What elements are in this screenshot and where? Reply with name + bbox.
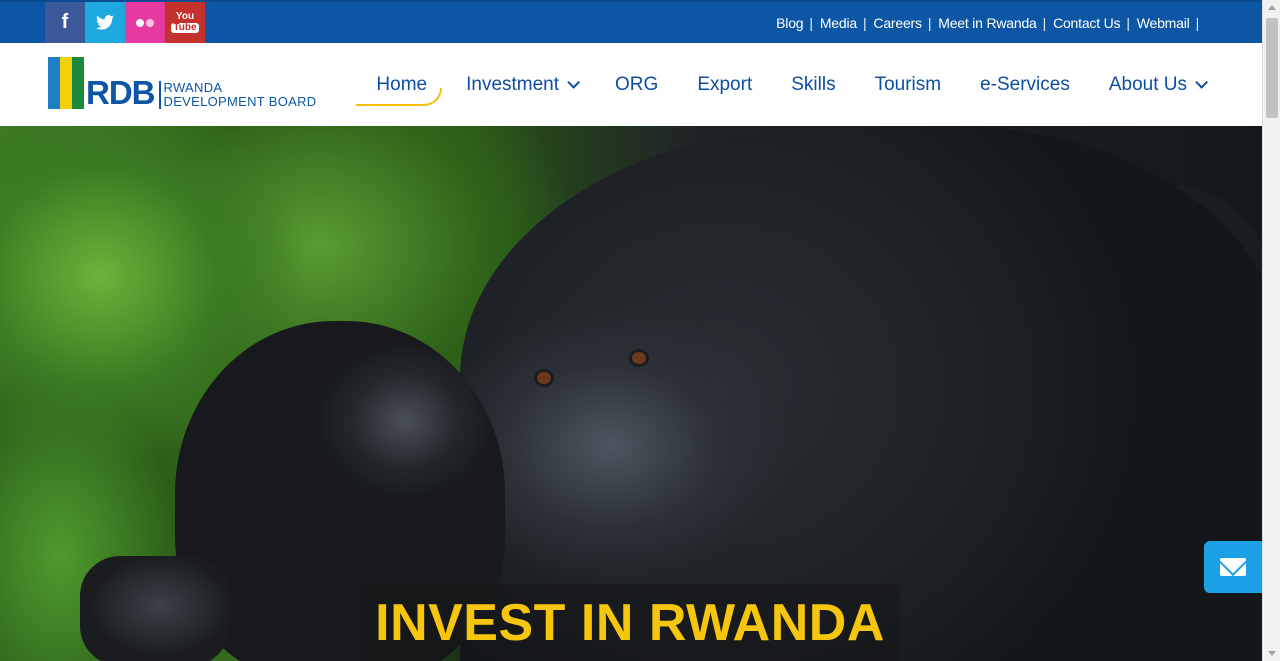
scroll-down-icon[interactable]	[1268, 651, 1276, 656]
main-nav: Home Investment ORG Export Skills Touris…	[356, 43, 1208, 126]
scroll-up-icon[interactable]	[1268, 5, 1276, 10]
page-scrollbar[interactable]	[1262, 0, 1280, 661]
toplink-media[interactable]: Media |	[820, 15, 874, 31]
active-indicator	[356, 87, 443, 106]
top-bar: f You Tube Blog | Media | Careers | Meet in…	[0, 0, 1262, 43]
toplink-meet-in-rwanda[interactable]: Meet in Rwanda |	[938, 15, 1053, 31]
rdb-logo[interactable]: RDB RWANDA DEVELOPMENT BOARD	[48, 57, 316, 109]
contact-mail-button[interactable]	[1204, 541, 1262, 593]
gorilla-eye	[537, 372, 551, 384]
scroll-thumb[interactable]	[1266, 18, 1278, 118]
youtube-icon[interactable]: You Tube	[165, 2, 205, 43]
flickr-icon[interactable]	[125, 2, 165, 43]
nav-skills[interactable]: Skills	[791, 74, 835, 96]
nav-home[interactable]: Home	[356, 74, 443, 106]
gorilla-eye	[632, 352, 646, 364]
nav-investment[interactable]: Investment	[466, 74, 581, 96]
logo-subtitle: RWANDA DEVELOPMENT BOARD	[158, 81, 317, 109]
nav-export[interactable]: Export	[697, 74, 752, 96]
toplink-webmail[interactable]: Webmail |	[1137, 15, 1206, 31]
toplink-careers[interactable]: Careers |	[873, 15, 938, 31]
chevron-down-icon	[1195, 76, 1208, 89]
toplink-contact-us[interactable]: Contact Us |	[1053, 15, 1137, 31]
twitter-icon[interactable]	[85, 2, 125, 43]
chevron-down-icon	[567, 76, 581, 89]
envelope-icon	[1220, 558, 1246, 576]
toplink-blog[interactable]: Blog |	[776, 15, 820, 31]
top-links: Blog | Media | Careers | Meet in Rwanda | Co…	[776, 2, 1206, 43]
nav-e-services[interactable]: e-Services	[980, 74, 1070, 96]
nav-tourism[interactable]: Tourism	[875, 74, 942, 96]
hero-image-gorilla-hand	[80, 556, 230, 661]
hero-image-gorilla-adult	[460, 126, 1262, 661]
rwanda-flag-icon	[48, 57, 84, 109]
hero-title: INVEST IN RWANDA	[375, 593, 885, 652]
facebook-icon[interactable]: f	[45, 2, 85, 43]
logo-abbr: RDB	[86, 74, 155, 111]
site-header: RDB RWANDA DEVELOPMENT BOARD Home Invest…	[0, 43, 1262, 126]
hero-banner: INVEST IN RWANDA	[0, 126, 1262, 661]
nav-about-us[interactable]: About Us	[1109, 74, 1208, 96]
social-links: f You Tube	[45, 2, 205, 43]
hero-caption: INVEST IN RWANDA	[360, 584, 900, 661]
nav-org[interactable]: ORG	[615, 74, 658, 96]
